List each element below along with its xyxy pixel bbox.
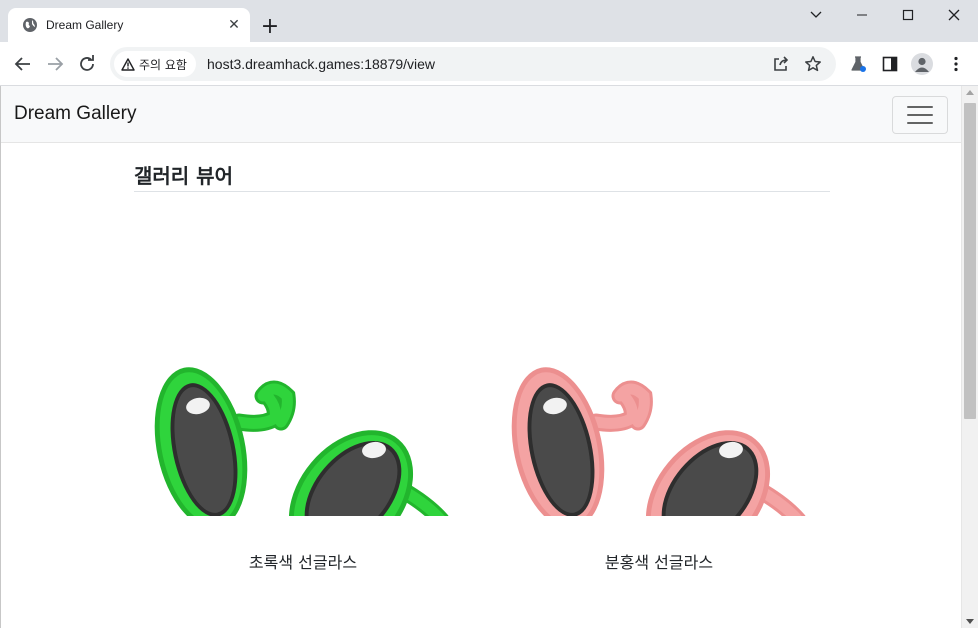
tab-search-chevron-icon[interactable] [793, 0, 839, 30]
kebab-menu-icon[interactable] [945, 53, 967, 75]
pink-sunglasses-image[interactable] [498, 266, 818, 516]
address-bar[interactable]: 주의 요함 host3.dreamhack.games:18879/view [110, 47, 836, 81]
globe-icon [22, 17, 38, 33]
browser-titlebar: Dream Gallery ✕ + [0, 0, 978, 42]
bookmark-star-icon[interactable] [802, 53, 824, 75]
security-warning-chip[interactable]: 주의 요함 [114, 51, 196, 77]
scroll-up-arrow-icon[interactable] [966, 90, 974, 95]
gallery-caption-green: 초록색 선글라스 [248, 553, 358, 572]
gallery-card-green[interactable] [141, 266, 461, 516]
site-navbar: Dream Gallery [1, 86, 961, 143]
browser-toolbar: 주의 요함 host3.dreamhack.games:18879/view [0, 42, 978, 86]
labs-flask-icon[interactable] [847, 53, 869, 75]
reload-icon[interactable] [72, 49, 102, 79]
url-text[interactable]: host3.dreamhack.games:18879/view [207, 56, 435, 72]
gallery-caption-pink: 분홍색 선글라스 [604, 553, 714, 572]
profile-avatar-icon[interactable] [911, 53, 933, 75]
warning-triangle-icon [121, 57, 135, 71]
browser-tab[interactable]: Dream Gallery ✕ [8, 8, 250, 42]
minimize-icon[interactable] [839, 0, 885, 30]
scroll-thumb[interactable] [964, 103, 976, 419]
scroll-down-arrow-icon[interactable] [966, 619, 974, 624]
new-tab-button[interactable]: + [256, 12, 284, 40]
page-scrollbar[interactable] [961, 86, 978, 628]
navbar-brand[interactable]: Dream Gallery [14, 103, 136, 125]
security-label: 주의 요함 [139, 57, 187, 72]
forward-arrow-icon[interactable] [40, 49, 70, 79]
title-divider [134, 191, 830, 192]
tab-title: Dream Gallery [46, 18, 124, 32]
close-tab-icon[interactable]: ✕ [220, 11, 248, 39]
hamburger-line [907, 122, 933, 124]
hamburger-line [907, 114, 933, 116]
page-title: 갤러리 뷰어 [134, 164, 233, 188]
navbar-toggler-button[interactable] [892, 96, 948, 134]
share-icon[interactable] [770, 53, 792, 75]
green-sunglasses-image[interactable] [141, 266, 461, 516]
side-panel-icon[interactable] [879, 53, 901, 75]
back-arrow-icon[interactable] [8, 49, 38, 79]
close-window-icon[interactable] [931, 0, 977, 30]
gallery-card-pink[interactable] [498, 266, 818, 516]
maximize-icon[interactable] [885, 0, 931, 30]
page-viewport: Dream Gallery 갤러리 뷰어 초록색 선글라스 분홍색 선글라스 [0, 86, 961, 628]
hamburger-line [907, 106, 933, 108]
